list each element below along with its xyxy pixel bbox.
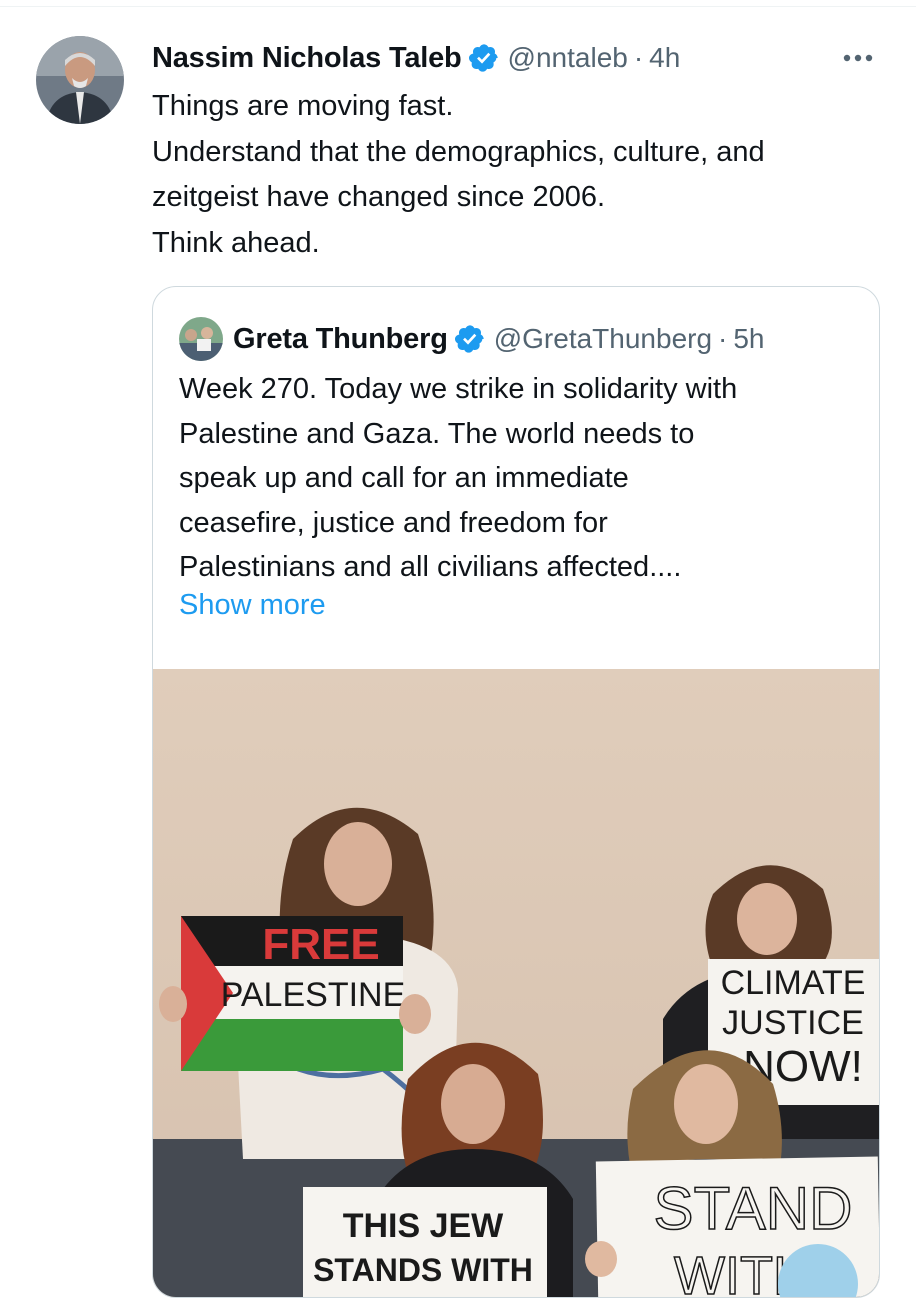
quoted-tweet-line: Palestinians and all civilians affected.… [179,551,682,583]
quoted-author-avatar[interactable] [179,317,223,361]
quoted-tweet-line: Palestine and Gaza. The world needs to [179,417,695,450]
quoted-tweet-header: Greta Thunberg @GretaThunberg · 5h [233,317,765,361]
sign-jew-line2-text: STANDS WITH [313,1252,533,1288]
author-avatar[interactable] [36,36,124,124]
top-divider [0,6,916,7]
author-name[interactable]: Nassim Nicholas Taleb [152,42,462,75]
tweet-time[interactable]: 4h [649,42,680,74]
quoted-tweet-line: speak up and call for an immediate [179,462,629,494]
more-options-icon[interactable] [836,40,880,76]
tweet-media-photo[interactable]: FREE PALESTINE CLIMATE JUSTICE NOW! THIS… [153,669,879,1297]
verified-badge-icon [468,44,498,72]
tweet-line: Things are moving fast. [152,90,454,122]
tweet-text: Things are moving fast. Understand that … [152,84,892,266]
sign-climate-text: CLIMATE [721,964,866,1002]
sign-free-text: FREE [262,920,379,969]
quoted-tweet-line: Week 270. Today we strike in solidarity … [179,373,738,405]
quoted-tweet-time[interactable]: 5h [733,323,764,355]
tweet-line: Think ahead. [152,226,320,259]
show-more-link[interactable]: Show more [179,589,326,622]
tweet-line: Understand that the demographics, cultur… [152,135,765,168]
quoted-tweet-line: ceasefire, justice and freedom for [179,506,608,539]
verified-badge-icon [454,325,484,353]
author-handle[interactable]: @nntaleb [508,42,628,74]
quoted-tweet-text: Week 270. Today we strike in solidarity … [179,367,859,590]
sign-palestine-text: PALESTINE [221,976,406,1014]
quoted-author-name[interactable]: Greta Thunberg [233,323,448,356]
quoted-tweet[interactable]: Greta Thunberg @GretaThunberg · 5h Week … [152,286,880,1298]
sign-stand-text: STAND [654,1175,853,1242]
sign-jew-line1-text: THIS JEW [343,1207,504,1245]
separator-dot: · [718,323,728,354]
tweet-line: zeitgeist have changed since 2006. [152,181,606,213]
sign-justice-text: JUSTICE [722,1004,864,1042]
tweet-header: Nassim Nicholas Taleb @nntaleb · 4h [152,38,680,78]
separator-dot: · [633,42,644,73]
quoted-author-handle[interactable]: @GretaThunberg [494,323,712,355]
